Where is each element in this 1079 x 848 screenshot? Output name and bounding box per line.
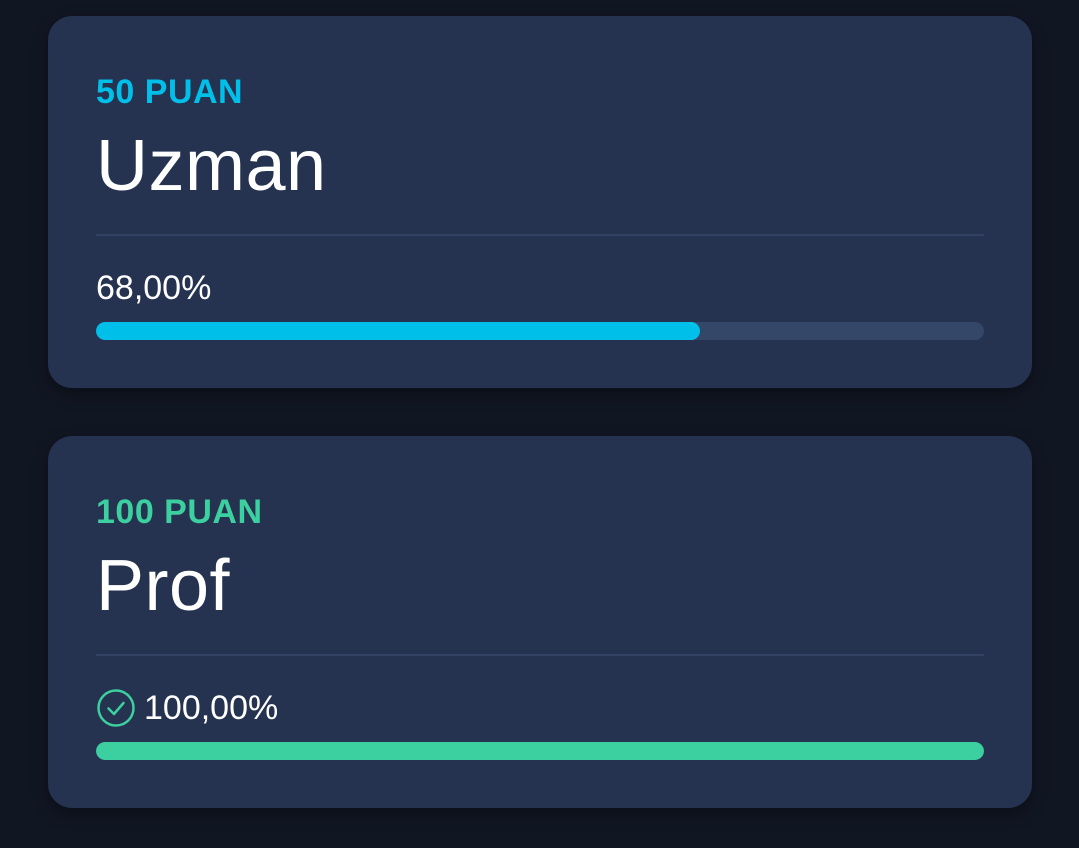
progress-track xyxy=(96,322,984,340)
progress-percent: 100,00% xyxy=(144,689,279,727)
divider xyxy=(96,234,984,236)
progress-row: 68,00% xyxy=(96,268,211,308)
progress-fill xyxy=(96,742,984,760)
progress-track xyxy=(96,742,984,760)
level-points: 100 PUAN xyxy=(96,493,263,531)
level-title: Prof xyxy=(96,546,231,626)
level-title: Uzman xyxy=(96,126,327,206)
level-points: 50 PUAN xyxy=(96,73,244,111)
level-card-uzman: 50 PUAN Uzman 68,00% xyxy=(48,16,1032,388)
progress-fill xyxy=(96,322,700,340)
progress-percent: 68,00% xyxy=(96,269,212,307)
progress-row: 100,00% xyxy=(96,688,278,728)
divider xyxy=(96,654,984,656)
check-circle-icon xyxy=(96,688,136,728)
level-list: 50 PUAN Uzman 68,00% 100 PUAN Prof 100,0… xyxy=(0,0,1079,848)
level-card-prof: 100 PUAN Prof 100,00% xyxy=(48,436,1032,808)
